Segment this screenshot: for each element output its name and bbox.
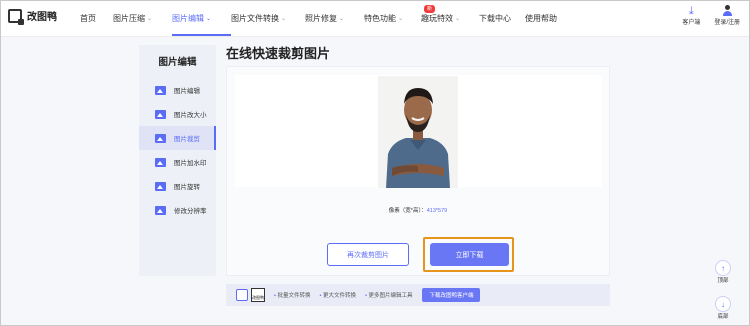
image-icon (155, 85, 166, 95)
client-promo-bar: 改图鸭 批量文件转换 更大文件转换 更多图片编辑工具 下载改图鸭客户端 (226, 284, 610, 306)
chevron-down-icon: ⌄ (339, 15, 345, 22)
sidebar-item-resize[interactable]: 图片改大小 (139, 102, 216, 126)
page-title: 在线快速裁剪图片 (226, 46, 331, 61)
promo-feature: 批量文件转换 (274, 291, 310, 299)
back-to-top-label: 顶部 (717, 278, 729, 284)
nav-special-features[interactable]: 特色功能 ⌄ 新 (364, 0, 435, 36)
sidebar-item-label: 修改分辨率 (174, 208, 207, 215)
nav-photo-repair-label: 照片修复 (305, 13, 337, 23)
header-actions: ⤓ 客户端 登录/注册 (682, 5, 740, 26)
chevron-down-icon: ⌄ (455, 15, 461, 22)
nav-fun-effects[interactable]: 趣玩特效 ⌄ (421, 0, 479, 36)
promo-feature: 更多图片编辑工具 (365, 291, 412, 299)
back-to-top-button[interactable]: ↑ 顶部 (710, 260, 736, 284)
arrow-up-icon: ↑ (715, 260, 731, 276)
sidebar-title: 图片编辑 (158, 57, 197, 68)
login-label: 登录/注册 (714, 20, 740, 26)
nav-image-compress[interactable]: 图片压缩 ⌄ (113, 0, 172, 36)
sidebar-item-rotate[interactable]: 图片旋转 (139, 174, 216, 198)
chevron-down-icon: ⌄ (206, 15, 212, 22)
promo-features: 批量文件转换 更大文件转换 更多图片编辑工具 (274, 291, 412, 299)
logo-icon (8, 8, 24, 25)
sidebar-item-label: 图片裁剪 (174, 136, 200, 143)
nav-download-center-label: 下载中心 (479, 13, 511, 23)
sidebar-item-label: 图片改大小 (174, 112, 207, 119)
pixel-info: 像素（宽*高）：413*579 (226, 206, 610, 214)
go-to-bottom-label: 底部 (717, 314, 729, 320)
chevron-down-icon: ⌄ (281, 15, 287, 22)
client-button[interactable]: ⤓ 客户端 (682, 5, 700, 26)
sidebar-item-label: 图片旋转 (174, 184, 200, 191)
pixel-value: 413*579 (426, 208, 448, 214)
download-icon: ⤓ (688, 5, 694, 17)
nav-home[interactable]: 首页 (80, 0, 113, 36)
sidebar-item-crop[interactable]: 图片裁剪 (139, 126, 216, 150)
sidebar-item-image-edit[interactable]: 图片编辑 (139, 78, 216, 102)
nav-help-label: 使用帮助 (525, 13, 557, 23)
sidebar-item-label: 图片加水印 (174, 160, 207, 167)
person-photo-illustration (378, 76, 458, 188)
chevron-down-icon: ⌄ (398, 15, 404, 22)
resolution-icon (155, 205, 166, 215)
nav-image-edit[interactable]: 图片编辑 ⌄ (172, 0, 231, 36)
sidebar-list: 图片编辑 图片改大小 图片裁剪 图片加水印 图片旋转 修改分辨率 (139, 78, 216, 222)
nav-file-convert-label: 图片文件转换 (231, 13, 279, 23)
rotate-icon (155, 181, 166, 191)
sidebar-item-label: 图片编辑 (174, 88, 200, 95)
main-nav: 首页 图片压缩 ⌄ 图片编辑 ⌄ 图片文件转换 ⌄ 照片修复 ⌄ 特色功能 ⌄ 新 趣玩特效… (80, 0, 565, 36)
user-avatar-icon (722, 5, 733, 17)
watermark-icon (155, 157, 166, 167)
sidebar-item-resolution[interactable]: 修改分辨率 (139, 198, 216, 222)
nav-photo-repair[interactable]: 照片修复 ⌄ (305, 0, 364, 36)
nav-home-label: 首页 (80, 13, 96, 23)
promo-feature: 更大文件转换 (319, 291, 356, 299)
login-button[interactable]: 登录/注册 (714, 5, 740, 26)
chevron-down-icon: ⌄ (147, 15, 153, 22)
pixel-label: 像素（宽*高）： (388, 208, 427, 214)
download-button[interactable]: 立即下载 (430, 243, 509, 266)
promo-logo-label: 改图鸭 (252, 295, 264, 300)
recrop-button[interactable]: 再次裁剪图片 (327, 243, 409, 266)
sidebar: 图片编辑 图片编辑 图片改大小 图片裁剪 图片加水印 图片旋转 修改分辨率 (139, 45, 216, 276)
resize-icon (155, 109, 166, 119)
download-client-button[interactable]: 下载改图鸭客户端 (422, 288, 481, 302)
cropped-photo (378, 76, 458, 188)
app-logo-icon: 改图鸭 (251, 288, 265, 302)
top-navigation-bar: 改图鸭 首页 图片压缩 ⌄ 图片编辑 ⌄ 图片文件转换 ⌄ 照片修复 ⌄ 特色功能 ⌄ 新 … (0, 0, 750, 37)
nav-image-compress-label: 图片压缩 (113, 13, 145, 23)
go-to-bottom-button[interactable]: ↓ 底部 (710, 296, 736, 320)
nav-special-features-label: 特色功能 (364, 13, 396, 23)
crop-icon (155, 133, 166, 143)
logo-text: 改图鸭 (27, 12, 57, 23)
nav-help[interactable]: 使用帮助 (525, 0, 565, 36)
logo[interactable]: 改图鸭 (8, 8, 57, 25)
client-label: 客户端 (682, 20, 701, 26)
sidebar-item-watermark[interactable]: 图片加水印 (139, 150, 216, 174)
image-icon (236, 289, 248, 301)
nav-fun-effects-label: 趣玩特效 (421, 13, 453, 23)
nav-image-edit-label: 图片编辑 (172, 13, 204, 23)
nav-file-convert[interactable]: 图片文件转换 ⌄ (231, 0, 305, 36)
arrow-down-icon: ↓ (715, 296, 731, 312)
nav-download-center[interactable]: 下载中心 (479, 0, 525, 36)
